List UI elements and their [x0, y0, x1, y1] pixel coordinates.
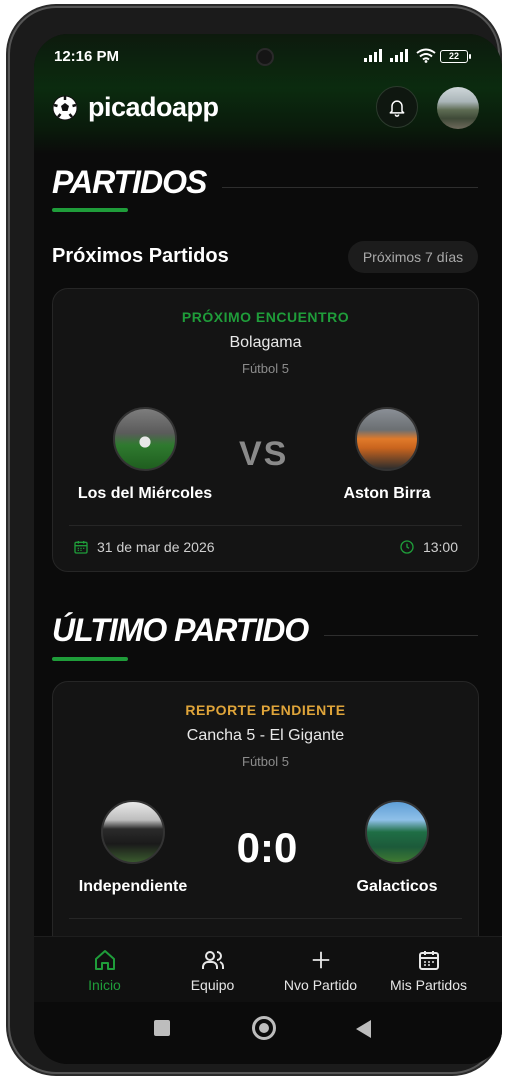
- next-match-label: PRÓXIMO ENCUENTRO: [181, 309, 350, 325]
- upcoming-matches-title: Próximos Partidos: [52, 245, 229, 267]
- match-date: 31 de mar de 2026: [73, 539, 215, 555]
- app-title: picadoapp: [88, 92, 219, 122]
- match-score: 0:0: [236, 824, 298, 871]
- back-button[interactable]: [356, 1020, 371, 1038]
- match-venue: Bolagama: [229, 334, 302, 351]
- wifi-icon: [416, 48, 436, 63]
- nav-label: Mis Partidos: [389, 977, 468, 993]
- heading-accent-bar-2: [52, 657, 128, 661]
- calendar-icon: [418, 951, 439, 970]
- away-team-logo: [355, 407, 419, 471]
- partidos-heading: PARTIDOS: [52, 164, 207, 200]
- report-pending-label: REPORTE PENDIENTE: [185, 702, 346, 718]
- notifications-button[interactable]: [376, 86, 418, 128]
- battery-icon: 22: [440, 50, 471, 63]
- away-team-logo: [365, 800, 429, 864]
- status-time: 12:16 PM: [54, 48, 120, 65]
- away-team-name: Galacticos: [356, 878, 438, 895]
- last-match-type: Fútbol 5: [242, 754, 289, 769]
- match-date-text: 31 de mar de 2026: [97, 539, 215, 555]
- card-divider: [69, 918, 462, 919]
- match-type: Fútbol 5: [242, 361, 289, 376]
- away-team-name: Aston Birra: [343, 485, 431, 502]
- home-team-name: Los del Miércoles: [77, 485, 213, 502]
- plus-icon: [312, 951, 329, 969]
- card-divider: [69, 525, 462, 526]
- status-bar: 12:16 PM 22: [34, 34, 502, 78]
- match-time-text: 13:00: [422, 539, 458, 555]
- user-avatar[interactable]: [437, 87, 479, 129]
- calendar-icon: [74, 541, 88, 554]
- nav-inicio[interactable]: Inicio: [46, 947, 163, 993]
- signal-icon-2: [390, 49, 408, 62]
- clock-icon: [400, 540, 414, 554]
- front-camera: [256, 48, 274, 66]
- screen: 12:16 PM 22 picadoapp PARTIDOS Próximos …: [34, 34, 502, 1064]
- last-match-venue: Cancha 5 - El Gigante: [186, 727, 345, 744]
- phone-frame: 12:16 PM 22 picadoapp PARTIDOS Próximos …: [10, 8, 502, 1072]
- home-team-logo: [113, 407, 177, 471]
- heading-divider: [222, 187, 478, 188]
- next-match-card[interactable]: PRÓXIMO ENCUENTRO Bolagama Fútbol 5 Los …: [52, 288, 479, 572]
- app-header: picadoapp: [34, 78, 502, 142]
- nav-label: Nvo Partido: [283, 977, 358, 993]
- date-range-filter[interactable]: Próximos 7 días: [348, 241, 478, 273]
- recents-button[interactable]: [154, 1020, 170, 1036]
- nav-nuevo-partido[interactable]: Nvo Partido: [262, 947, 379, 993]
- users-icon: [201, 951, 224, 969]
- last-match-heading: ÚLTIMO PARTIDO: [52, 612, 309, 648]
- home-icon: [94, 950, 115, 970]
- soccer-ball-icon: [52, 95, 78, 121]
- bell-icon: [389, 100, 405, 117]
- nav-label: Equipo: [190, 977, 235, 993]
- signal-icon: [364, 49, 382, 62]
- nav-mis-partidos[interactable]: Mis Partidos: [370, 947, 487, 993]
- heading-accent-bar: [52, 208, 128, 212]
- heading-divider-2: [324, 635, 478, 636]
- home-team-name: Independiente: [78, 878, 188, 895]
- bottom-navigation: Inicio Equipo Nvo Partido Mis Partidos: [34, 936, 502, 1002]
- battery-level: 22: [448, 51, 459, 61]
- versus-text: VS: [239, 435, 289, 473]
- nav-equipo[interactable]: Equipo: [154, 947, 271, 993]
- home-button[interactable]: [252, 1016, 276, 1040]
- home-team-logo: [101, 800, 165, 864]
- system-navigation-bar: [34, 1002, 502, 1064]
- match-time: 13:00: [399, 539, 458, 555]
- nav-label: Inicio: [88, 977, 121, 993]
